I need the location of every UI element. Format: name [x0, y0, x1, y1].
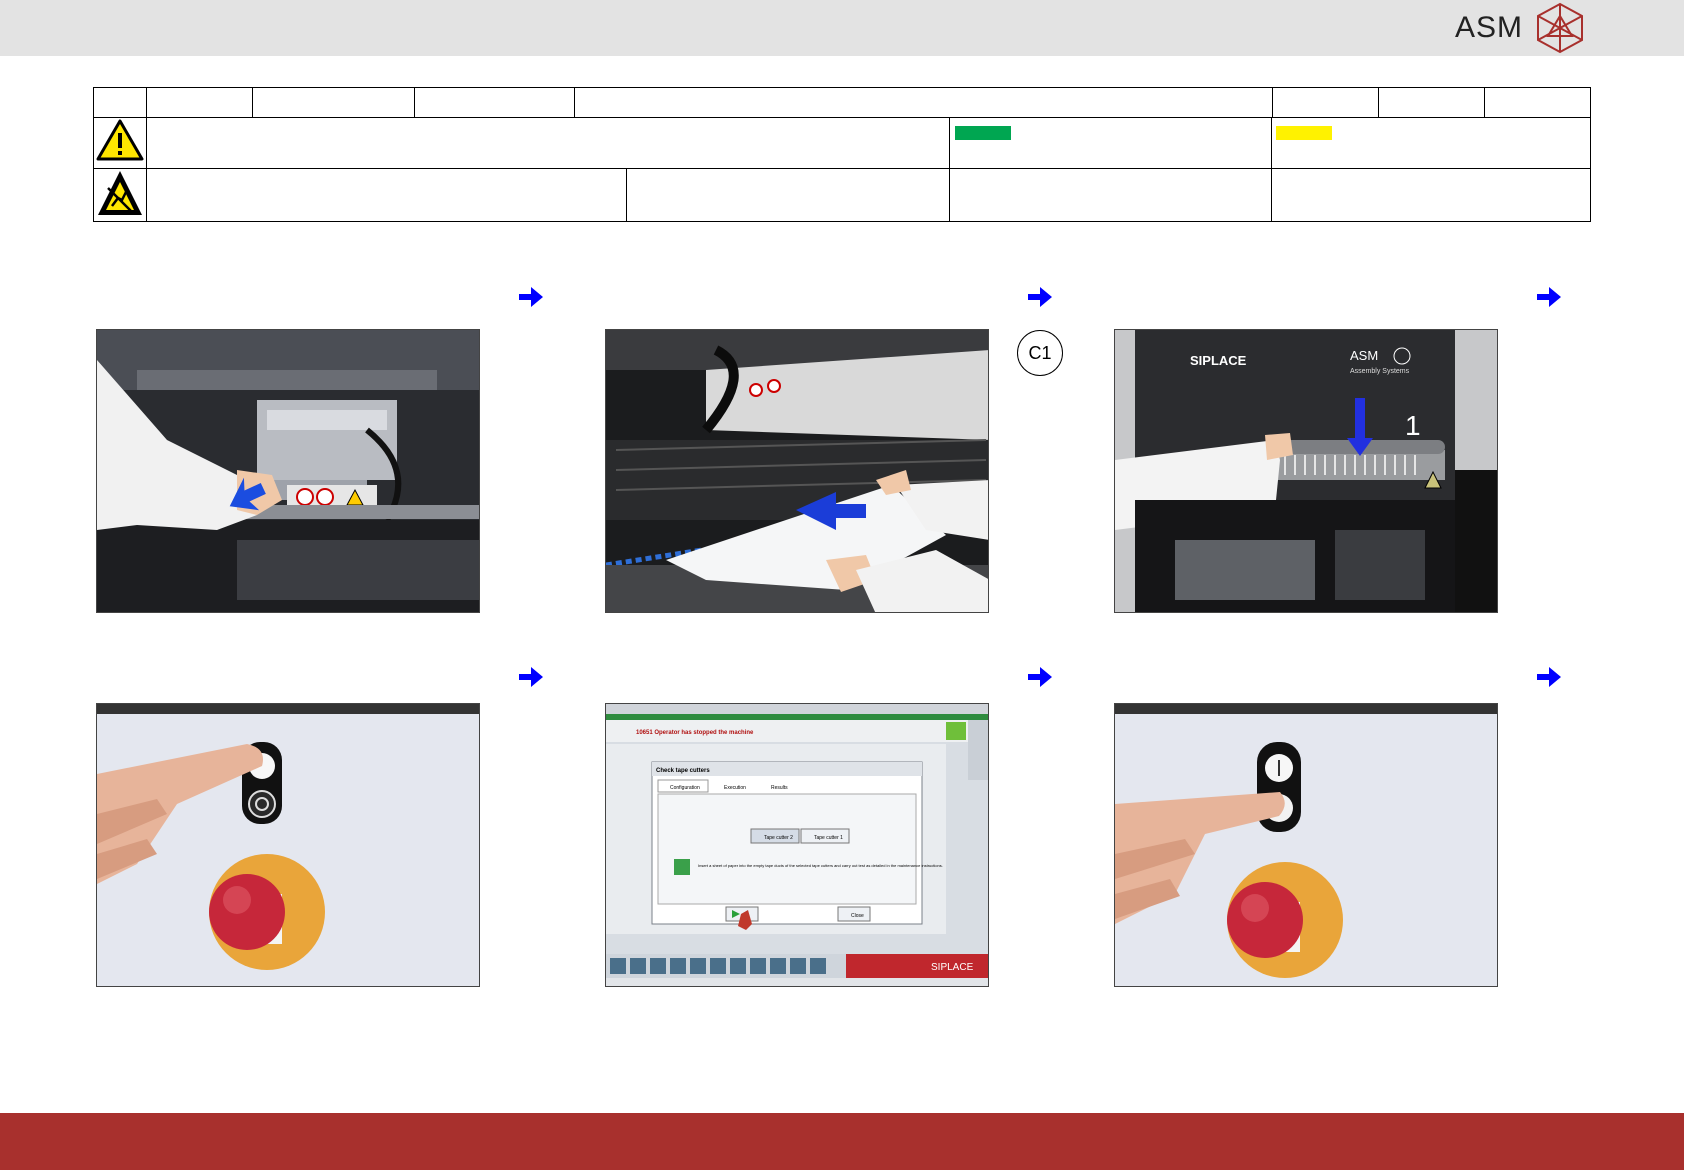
esd-sensitive-icon [98, 171, 142, 215]
tab-results[interactable]: Results [771, 785, 788, 791]
step-photo-2 [605, 329, 989, 613]
instruction-text: Insert a sheet of paper into the empty t… [698, 863, 943, 868]
overlay-number-1: 1 [1405, 410, 1421, 441]
warning-triangle-icon [96, 119, 144, 161]
status-green-swatch [955, 126, 1011, 140]
footer-bar [0, 1113, 1684, 1170]
header-table [93, 87, 1591, 222]
step-photo-5: 10651 Operator has stopped the machine C… [605, 703, 989, 987]
arrow-right-icon [1028, 667, 1052, 687]
logo-text: ASM [1455, 11, 1524, 44]
step-photo-6 [1114, 703, 1498, 987]
step-photo-3: SIPLACE ASM Assembly Systems 1 [1114, 329, 1498, 613]
asm-label: ASM [1350, 348, 1378, 363]
siplace-label: SIPLACE [1190, 353, 1247, 368]
dialog-title: Check tape cutters [656, 768, 710, 774]
callout-c1-badge: C1 [1017, 330, 1063, 376]
step-photo-4 [96, 703, 480, 987]
page: ASM C1 SIPLACE ASM Assembly Systems 1 10… [0, 0, 1684, 1170]
tab-execution[interactable]: Execution [724, 785, 746, 791]
tape-cutter-2-button[interactable]: Tape cutter 2 [764, 835, 793, 841]
tape-cutter-1-button[interactable]: Tape cutter 1 [814, 835, 843, 841]
arrow-right-icon [1537, 667, 1561, 687]
close-button[interactable]: Close [851, 913, 864, 919]
asm-logo: ASM [1455, 0, 1585, 56]
arrow-right-icon [1537, 287, 1561, 307]
arrow-right-icon [519, 287, 543, 307]
arrow-right-icon [519, 667, 543, 687]
tab-configuration[interactable]: Configuration [670, 785, 700, 791]
asm-sub-label: Assembly Systems [1350, 368, 1410, 375]
error-text: 10651 Operator has stopped the machine [636, 730, 754, 736]
siplace-brand-text: SIPLACE [931, 962, 974, 973]
asm-logo-icon [1537, 2, 1584, 54]
top-bar: ASM [0, 0, 1684, 56]
arrow-right-icon [1028, 287, 1052, 307]
status-yellow-swatch [1276, 126, 1332, 140]
step-photo-1 [96, 329, 480, 613]
